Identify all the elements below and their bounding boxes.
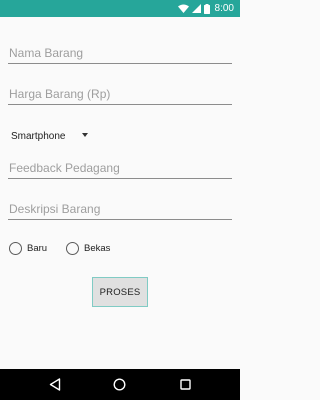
- navigation-bar: [0, 369, 240, 400]
- radio-bekas[interactable]: Bekas: [66, 240, 110, 256]
- recents-icon[interactable]: [175, 375, 195, 395]
- radio-baru-label: Baru: [27, 242, 48, 254]
- home-icon[interactable]: [110, 375, 130, 395]
- proses-button[interactable]: PROSES: [92, 277, 148, 307]
- wifi-icon: [177, 4, 189, 13]
- cellular-signal-icon: [191, 4, 201, 13]
- feedback-pedagang-input[interactable]: [8, 161, 232, 175]
- dropdown-arrow-icon: [82, 133, 88, 137]
- feedback-pedagang-field[interactable]: [8, 157, 232, 179]
- nama-barang-field[interactable]: [8, 42, 232, 64]
- harga-barang-field[interactable]: [8, 83, 232, 105]
- kategori-spinner[interactable]: Smartphone: [8, 127, 94, 145]
- kategori-selected-value: Smartphone: [11, 130, 66, 142]
- status-bar: 8:00: [0, 0, 240, 17]
- nama-barang-input[interactable]: [8, 46, 232, 60]
- radio-button-unchecked-icon[interactable]: [66, 241, 79, 255]
- radio-bekas-label: Bekas: [84, 242, 111, 254]
- status-icons: 8:00: [177, 1, 234, 16]
- deskripsi-barang-field[interactable]: [8, 198, 232, 220]
- radio-baru[interactable]: Baru: [9, 240, 47, 256]
- back-icon[interactable]: [45, 375, 65, 395]
- battery-icon: [203, 3, 210, 14]
- radio-button-unchecked-icon[interactable]: [9, 241, 22, 255]
- status-time: 8:00: [214, 3, 234, 14]
- deskripsi-barang-input[interactable]: [8, 202, 232, 216]
- harga-barang-input[interactable]: [8, 87, 232, 101]
